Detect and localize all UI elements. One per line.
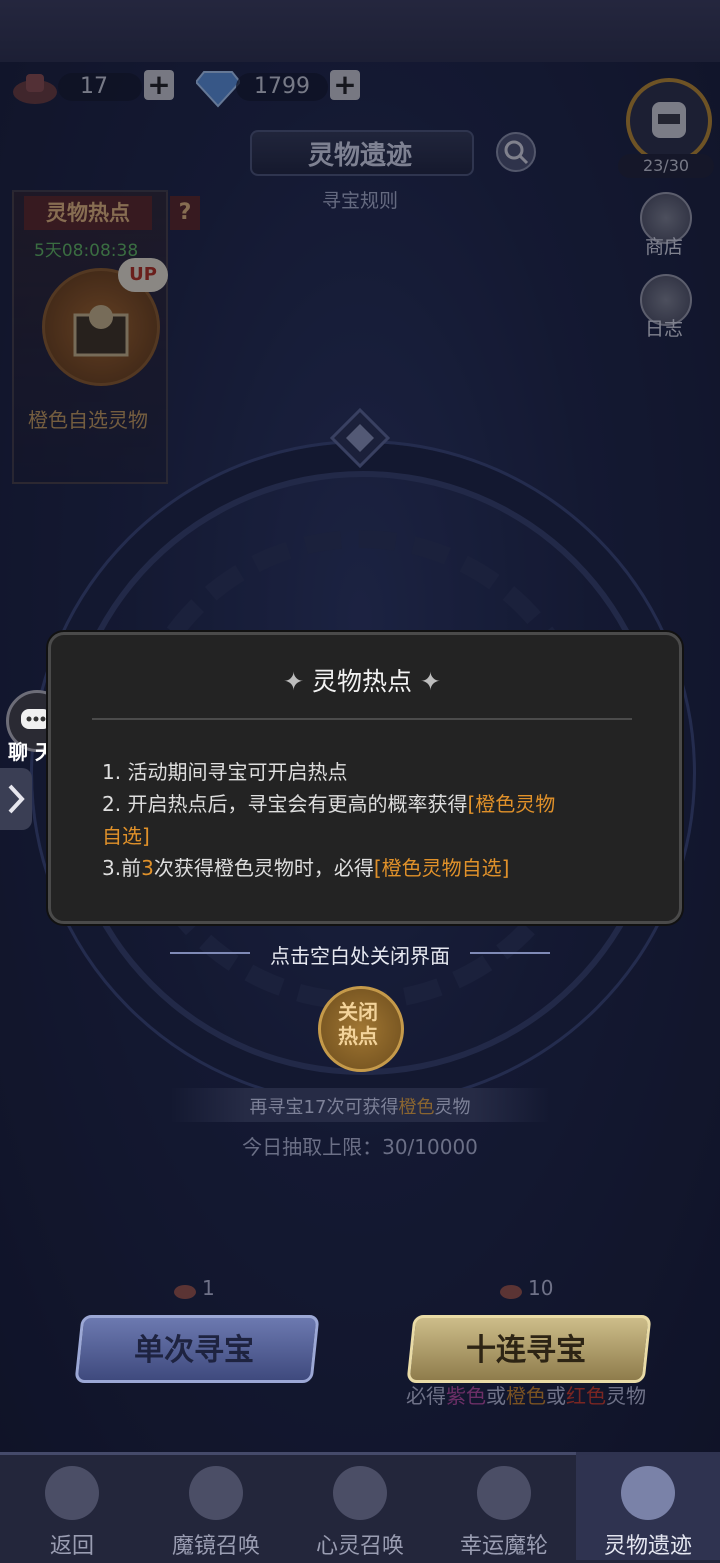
guarantee-or-2: 或 bbox=[546, 1384, 566, 1408]
dialog-divider bbox=[92, 718, 632, 720]
ticket-icon bbox=[498, 1278, 524, 1302]
nav-back-label: 返回 bbox=[49, 1534, 94, 1559]
dialog-title-text: 灵物热点 bbox=[311, 667, 412, 696]
dialog-line-3-highlight: [橙色灵物自选] bbox=[373, 856, 510, 880]
dialog-line-2-text: 2. 开启热点后，寻宝会有更高的概率获得 bbox=[102, 792, 468, 816]
guarantee-a: 必得 bbox=[406, 1384, 446, 1408]
nav-wheel-label: 幸运魔轮 bbox=[459, 1534, 548, 1559]
nav-mirror-label: 魔镜召唤 bbox=[171, 1534, 260, 1559]
mirror-icon bbox=[189, 1466, 243, 1520]
guarantee-red: 红色 bbox=[566, 1384, 606, 1408]
nav-back[interactable]: 返回 bbox=[0, 1452, 144, 1560]
crystal-icon bbox=[333, 1466, 387, 1520]
ten-cost: 10 bbox=[528, 1276, 554, 1300]
ten-draw-label[interactable]: 十连寻宝 bbox=[410, 1325, 642, 1369]
ticket-icon bbox=[172, 1278, 198, 1302]
guarantee-or-1: 或 bbox=[486, 1384, 506, 1408]
nav-soul-label: 心灵召唤 bbox=[315, 1534, 404, 1559]
dialog-line-2: 2. 开启热点后，寻宝会有更高的概率获得[橙色灵物 bbox=[102, 788, 555, 817]
dialog-line-2-cont: 自选] bbox=[102, 824, 150, 848]
hint-ornament-right bbox=[470, 952, 550, 954]
progress-text: 再寻宝17次可获得橙色灵物 bbox=[170, 1093, 550, 1119]
nav-relic-label: 灵物遗迹 bbox=[603, 1534, 692, 1559]
close-hint: 点击空白处关闭界面 bbox=[270, 944, 450, 968]
wheel-icon bbox=[477, 1466, 531, 1520]
guarantee-purple: 紫色 bbox=[446, 1384, 486, 1408]
daily-limit: 今日抽取上限：30/10000 bbox=[242, 1135, 478, 1159]
dialog-line-1: 1. 活动期间寻宝可开启热点 bbox=[102, 760, 348, 784]
progress-text-orange: 橙色 bbox=[398, 1097, 435, 1118]
guarantee-orange: 橙色 bbox=[506, 1384, 546, 1408]
back-icon bbox=[45, 1466, 99, 1520]
dialog-line-3-text-a: 3.前 bbox=[102, 856, 142, 880]
hint-ornament-left bbox=[170, 952, 250, 954]
nav-lucky-wheel[interactable]: 幸运魔轮 bbox=[432, 1452, 576, 1560]
guarantee-text: 必得紫色或橙色或红色灵物 bbox=[380, 1380, 672, 1409]
dialog-line-3-count: 3 bbox=[141, 856, 154, 880]
guarantee-g: 灵物 bbox=[606, 1384, 646, 1408]
progress-text-c: 灵物 bbox=[434, 1097, 471, 1118]
sparkle-icon: ✦ bbox=[412, 667, 441, 696]
dialog-line-3-text-b: 次获得橙色灵物时，必得 bbox=[153, 856, 374, 880]
chevron-right-icon bbox=[8, 784, 25, 814]
dialog-line-2-highlight: [橙色灵物 bbox=[467, 792, 556, 816]
single-cost: 1 bbox=[202, 1276, 215, 1300]
dialog-line-3: 3.前3次获得橙色灵物时，必得[橙色灵物自选] bbox=[102, 852, 509, 881]
close-hotspot-label[interactable]: 关闭 热点 bbox=[318, 1000, 398, 1048]
progress-text-a: 再寻宝17次可获得 bbox=[249, 1097, 399, 1118]
nav-soul-summon[interactable]: 心灵召唤 bbox=[288, 1452, 432, 1560]
nav-relic-ruins[interactable]: 灵物遗迹 bbox=[576, 1452, 720, 1560]
sparkle-icon: ✦ bbox=[283, 667, 312, 696]
dialog-title: ✦ 灵物热点 ✦ bbox=[48, 662, 676, 698]
single-draw-label[interactable]: 单次寻宝 bbox=[78, 1325, 310, 1369]
nav-mirror-summon[interactable]: 魔镜召唤 bbox=[144, 1452, 288, 1560]
relic-icon bbox=[621, 1466, 675, 1520]
expand-sidebar-button[interactable] bbox=[0, 768, 32, 830]
